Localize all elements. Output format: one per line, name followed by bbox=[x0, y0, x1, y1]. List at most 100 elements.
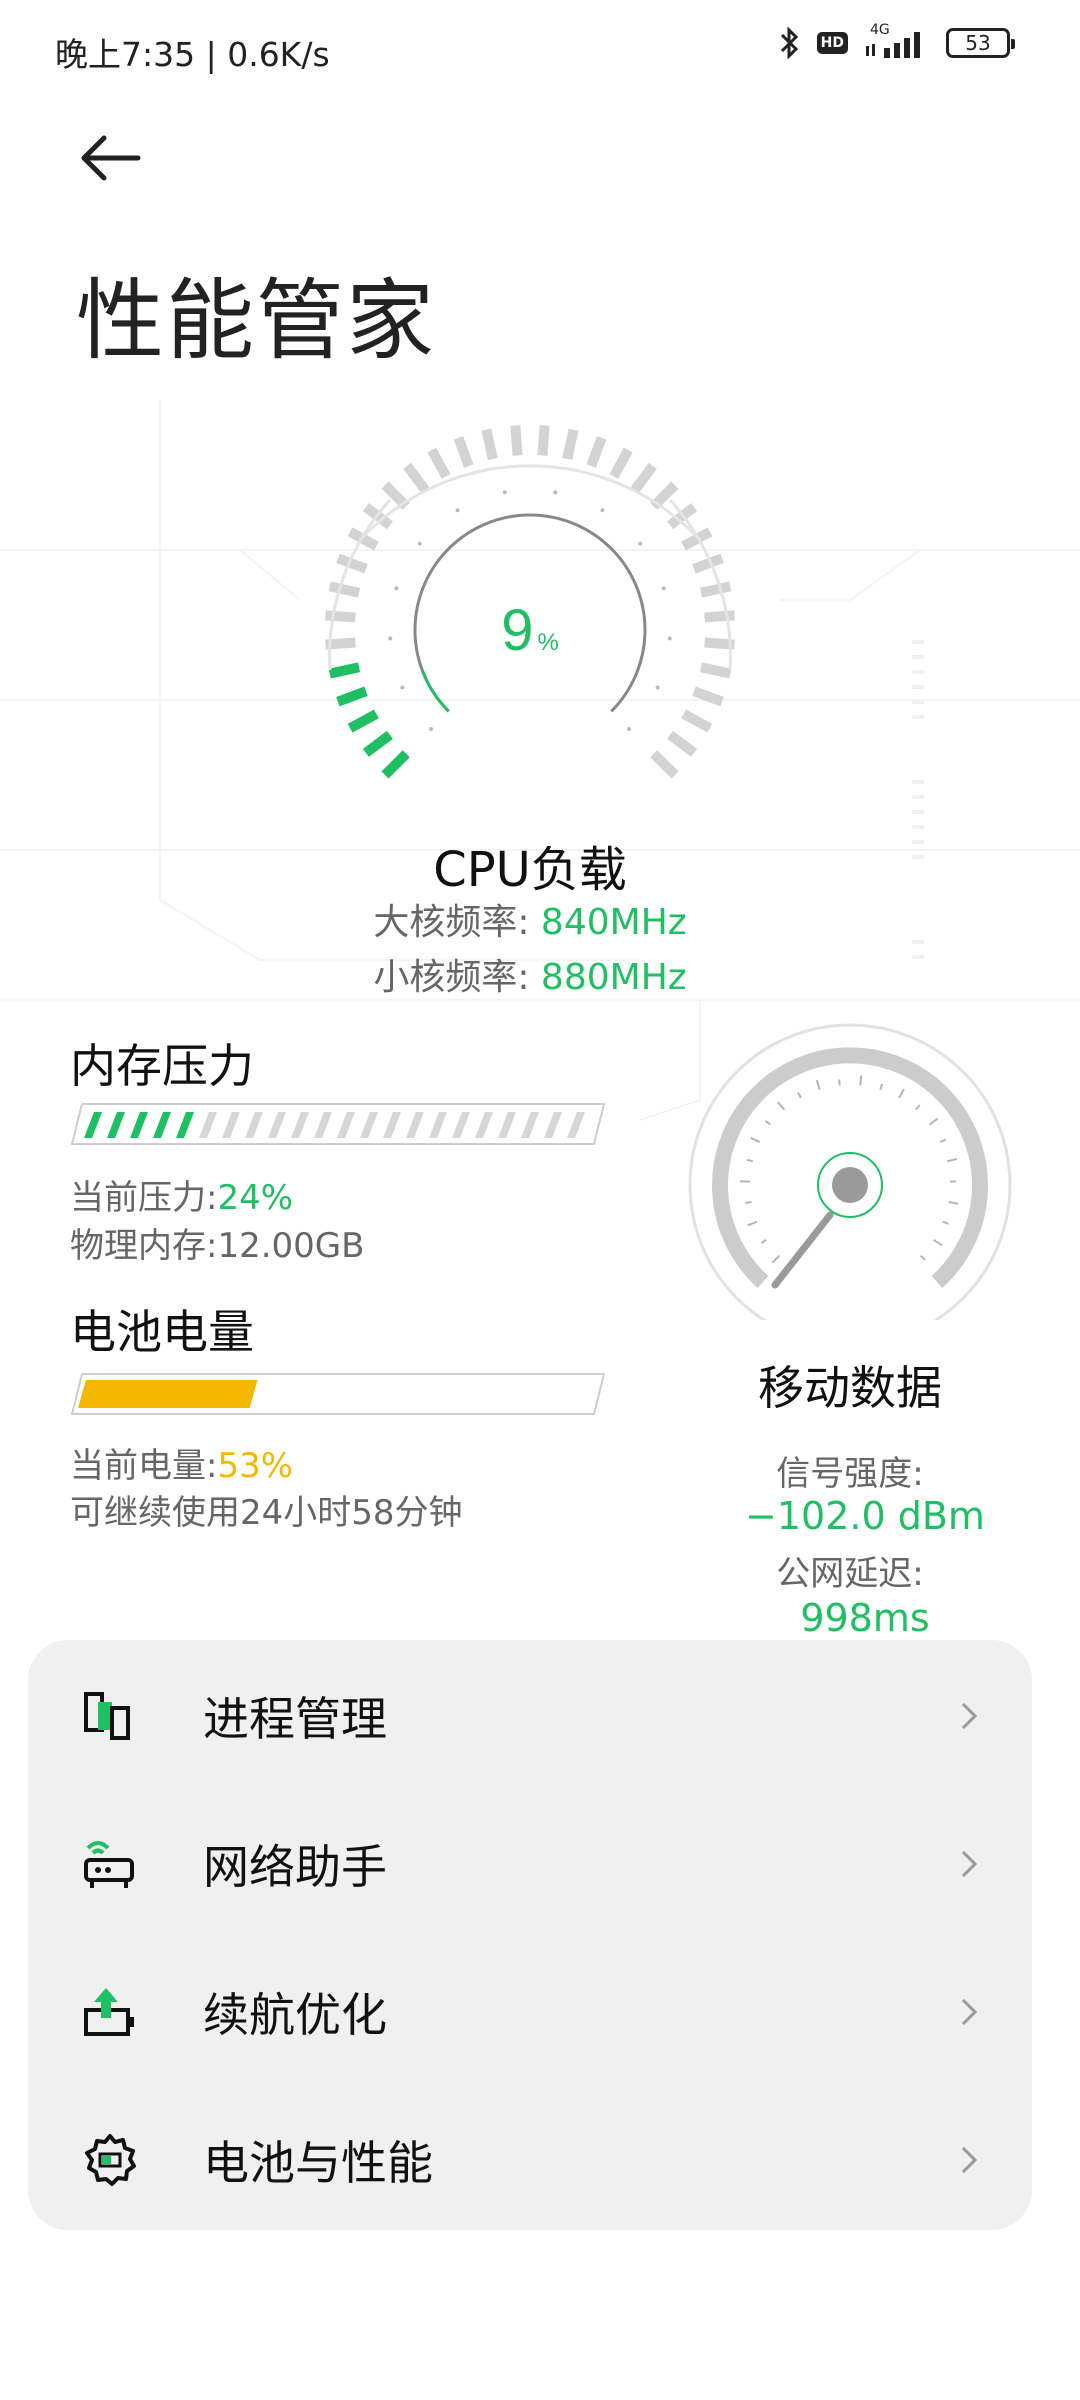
memory-bar-stripe bbox=[199, 1112, 217, 1138]
battery-remaining-time: 可继续使用24小时58分钟 bbox=[70, 1493, 463, 1533]
cpu-gauge-dot bbox=[553, 490, 558, 495]
process-manager-icon bbox=[84, 1692, 130, 1740]
small-core-label: 小核频率: bbox=[373, 957, 530, 998]
big-core-label: 大核频率: bbox=[373, 902, 530, 943]
svg-text:9%: 9% bbox=[501, 598, 559, 663]
arrow-left-icon bbox=[81, 135, 141, 181]
memory-bar-stripe bbox=[314, 1112, 332, 1138]
big-core-row: 大核频率: 840MHz bbox=[0, 893, 1060, 945]
cpu-percent-unit: % bbox=[537, 629, 558, 656]
cpu-gauge-tick bbox=[562, 428, 579, 461]
menu-item-label: 进程管理 bbox=[203, 1692, 387, 1746]
data-gauge-tick bbox=[920, 1255, 926, 1261]
memory-bar-stripe bbox=[291, 1112, 309, 1138]
cpu-gauge-tick bbox=[699, 662, 732, 679]
cpu-gauge-dot bbox=[655, 685, 660, 690]
cpu-gauge-tick bbox=[403, 462, 430, 493]
mobile-data-gauge bbox=[688, 1023, 1012, 1320]
cpu-percent-value: 9 bbox=[501, 598, 533, 663]
battery-level-bar bbox=[70, 1373, 606, 1415]
battery-level-text: 53 bbox=[965, 31, 991, 55]
cpu-gauge-dot bbox=[417, 541, 422, 546]
bluetooth-icon bbox=[780, 26, 798, 60]
router-icon bbox=[84, 1841, 134, 1888]
menu-item-network-assistant[interactable]: 网络助手 bbox=[28, 1790, 1032, 1938]
data-gauge-tick bbox=[771, 1255, 780, 1264]
cpu-gauge-tick bbox=[347, 709, 379, 733]
data-gauge-tick bbox=[764, 1120, 771, 1126]
cpu-gauge-dot bbox=[661, 586, 666, 591]
memory-bar-stripe bbox=[84, 1112, 102, 1138]
cpu-gauge-tick bbox=[453, 436, 474, 468]
cpu-gauge-dot bbox=[626, 726, 631, 731]
data-gauge-tick bbox=[859, 1075, 863, 1086]
data-gauge-tick bbox=[948, 1201, 959, 1205]
chevron-right-icon bbox=[961, 1850, 978, 1878]
memory-bar-stripe bbox=[406, 1112, 424, 1138]
memory-bar-stripe bbox=[567, 1112, 585, 1138]
cpu-gauge-dot bbox=[394, 586, 399, 591]
data-gauge-tick bbox=[879, 1083, 884, 1090]
memory-bar-stripe bbox=[130, 1112, 148, 1138]
memory-bar-stripe bbox=[268, 1112, 286, 1138]
menu-item-battery-optimization[interactable]: 续航优化 bbox=[28, 1938, 1032, 2086]
data-gauge-tick bbox=[760, 1239, 767, 1244]
data-gauge-tick bbox=[838, 1079, 841, 1086]
memory-bar-stripe bbox=[498, 1112, 516, 1138]
cpu-gauge-dot bbox=[667, 636, 672, 641]
big-core-value: 840MHz bbox=[540, 902, 687, 943]
mobile-data-title: 移动数据 bbox=[758, 1361, 942, 1415]
cpu-gauge-dot bbox=[600, 508, 605, 513]
menu-item-battery-performance[interactable]: 电池与性能 bbox=[28, 2086, 1032, 2234]
cpu-gauge-tick bbox=[381, 750, 410, 779]
memory-bar-stripe bbox=[452, 1112, 470, 1138]
memory-bar-stripe bbox=[245, 1112, 263, 1138]
data-gauge-tick bbox=[750, 1136, 761, 1143]
battery-level-label: 当前电量: bbox=[70, 1446, 218, 1486]
cpu-gauge-dot bbox=[502, 490, 507, 495]
data-gauge-tick bbox=[745, 1201, 752, 1204]
menu-item-label: 网络助手 bbox=[203, 1840, 387, 1894]
memory-pressure-bar bbox=[70, 1103, 606, 1145]
cpu-gauge-dot bbox=[388, 636, 393, 641]
data-gauge-tick bbox=[747, 1220, 758, 1227]
cpu-gauge-tick bbox=[336, 686, 368, 707]
memory-bar-stripe bbox=[107, 1112, 125, 1138]
latency-value: 998ms bbox=[800, 1596, 930, 1640]
physical-memory-row: 物理内存:12.00GB bbox=[70, 1218, 364, 1267]
memory-pressure-value: 24% bbox=[217, 1178, 294, 1218]
battery-boost-icon bbox=[84, 1988, 134, 2036]
data-gauge-tick bbox=[815, 1079, 821, 1090]
cpu-gauge-dot bbox=[400, 685, 405, 690]
memory-pressure-label: 当前压力: bbox=[70, 1178, 218, 1218]
cpu-gauge-tick bbox=[704, 610, 735, 623]
memory-pressure-row: 当前压力:24% bbox=[70, 1170, 293, 1219]
battery-icon: 53 bbox=[946, 28, 1015, 58]
chevron-right-icon bbox=[961, 1702, 978, 1730]
memory-bar-stripe bbox=[337, 1112, 355, 1138]
battery-title: 电池电量 bbox=[70, 1305, 254, 1359]
cpu-load-gauge: 9% bbox=[325, 425, 735, 779]
back-button[interactable] bbox=[78, 128, 148, 188]
cpu-gauge-tick bbox=[328, 581, 361, 598]
cpu-gauge-tick bbox=[481, 428, 498, 461]
cpu-gauge-dot bbox=[429, 726, 434, 731]
signal-4g-icon: 4G bbox=[864, 22, 930, 60]
cpu-gauge-tick bbox=[537, 425, 550, 456]
cpu-gauge-tick bbox=[650, 750, 679, 779]
memory-bar-stripe bbox=[521, 1112, 539, 1138]
menu-item-process-manager[interactable]: 进程管理 bbox=[28, 1642, 1032, 1790]
cpu-gauge-tick bbox=[362, 730, 393, 757]
cpu-gauge-tick bbox=[328, 662, 361, 679]
memory-bar-stripe bbox=[429, 1112, 447, 1138]
memory-bar-stripe bbox=[222, 1112, 240, 1138]
signal-strength-label: 信号强度: bbox=[776, 1454, 924, 1494]
memory-bar-stripe bbox=[475, 1112, 493, 1138]
physical-memory-value: 12.00GB bbox=[217, 1226, 365, 1266]
signal-strength-value: −102.0 dBm bbox=[745, 1494, 985, 1538]
battery-level-row: 当前电量:53% bbox=[70, 1438, 293, 1487]
data-gauge-tick bbox=[746, 1158, 754, 1163]
cpu-gauge-tick bbox=[692, 686, 724, 707]
cpu-gauge-tick bbox=[427, 447, 451, 479]
data-gauge-tick bbox=[797, 1092, 802, 1099]
